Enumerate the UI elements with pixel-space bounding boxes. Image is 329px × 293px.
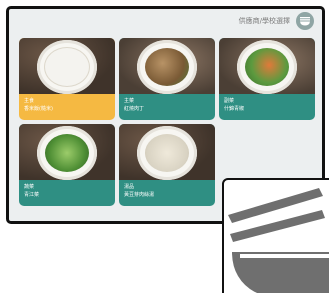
dish-card-side[interactable]: 副菜 什錦青椒	[219, 38, 315, 120]
dish-info: 主食 香米飯(糙米)	[19, 94, 115, 120]
bok-choy	[45, 134, 89, 172]
dish-category: 主食	[24, 98, 35, 104]
school-select-link[interactable]: 供應商/學校選擇	[239, 16, 290, 26]
top-bar: 供應商/學校選擇	[9, 9, 322, 33]
braised-pork	[145, 48, 189, 86]
dish-category: 主菜	[124, 98, 135, 104]
bean-sprout-soup	[145, 134, 189, 172]
dish-name: 香米飯(糙米)	[24, 106, 53, 112]
dish-photo	[119, 38, 215, 94]
dish-info: 蔬菜 青江菜	[19, 180, 115, 206]
dish-photo	[119, 124, 215, 180]
dish-name: 青江菜	[24, 192, 40, 198]
bowl-chopsticks-icon	[228, 188, 329, 293]
dish-category: 蔬菜	[24, 184, 35, 190]
dish-photo	[19, 38, 115, 94]
dish-name: 紅燒肉丁	[124, 106, 145, 112]
menu-button[interactable]	[296, 12, 314, 30]
dish-card-vegetable[interactable]: 蔬菜 青江菜	[19, 124, 115, 206]
dish-category: 湯品	[124, 184, 135, 190]
dish-card-soup[interactable]: 湯品 黃豆芽肉絲湯	[119, 124, 215, 206]
dish-card-main[interactable]: 主菜 紅燒肉丁	[119, 38, 215, 120]
dish-photo	[19, 124, 115, 180]
dish-name: 什錦青椒	[224, 106, 245, 112]
dish-name: 黃豆芽肉絲湯	[124, 192, 155, 198]
dish-info: 主菜 紅燒肉丁	[119, 94, 215, 120]
dish-category: 副菜	[224, 98, 235, 104]
rice	[45, 48, 89, 86]
mixed-peppers	[245, 48, 289, 86]
zoomed-icon-panel	[222, 178, 329, 293]
dish-card-staple[interactable]: 主食 香米飯(糙米)	[19, 38, 115, 120]
dish-photo	[219, 38, 315, 94]
dish-info: 副菜 什錦青椒	[219, 94, 315, 120]
bowl-chopsticks-icon	[300, 17, 310, 26]
dish-info: 湯品 黃豆芽肉絲湯	[119, 180, 215, 206]
